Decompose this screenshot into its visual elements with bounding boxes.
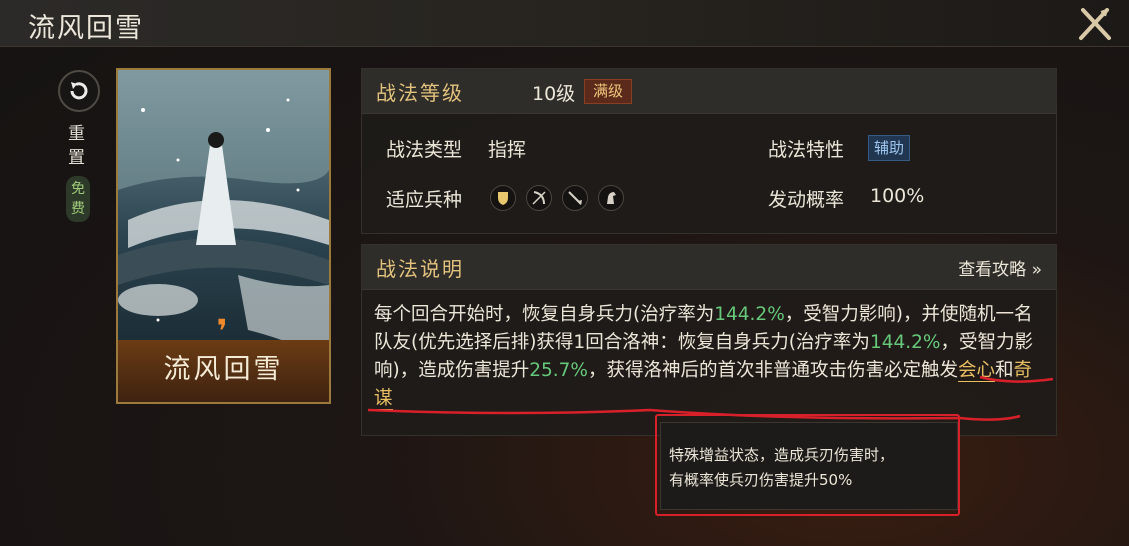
view-guide-link[interactable]: 查看攻略 »: [958, 255, 1042, 280]
description-panel: 战法说明 查看攻略 » 每个回合开始时，恢复自身兵力(治疗率为144.2%，受智…: [361, 244, 1057, 436]
level-panel-header: 战法等级 10级 满级: [362, 69, 1056, 114]
type-label: 战法类型: [386, 139, 463, 161]
close-button[interactable]: [1075, 4, 1115, 44]
keyword-critical-link[interactable]: 会心: [958, 360, 996, 382]
keyword-tooltip: 特殊增益状态，造成兵刃伤害时， 有概率使兵刃伤害提升50%: [660, 422, 958, 510]
damage-boost-value: 25.7%: [529, 360, 588, 381]
description-header: 战法说明 查看攻略 »: [362, 245, 1056, 290]
card-name: 流风回雪: [118, 340, 329, 402]
chance-label: 发动概率: [768, 189, 845, 211]
tactic-card: ❜ 流风回雪: [116, 68, 331, 404]
top-bar: 流风回雪: [0, 0, 1129, 47]
troop-label: 适应兵种: [386, 189, 463, 211]
shield-icon: [490, 185, 516, 211]
tooltip-text: 特殊增益状态，造成兵刃伤害时， 有概率使兵刃伤害提升50%: [669, 446, 895, 489]
trait-badge: 辅助: [868, 135, 911, 161]
max-level-badge: 满级: [584, 79, 633, 104]
description-text: 每个回合开始时，恢复自身兵力(治疗率为144.2%，受智力影响)，并使随机一名队…: [374, 301, 1050, 413]
heal-rate-value: 144.2%: [869, 332, 941, 353]
level-title: 战法等级: [376, 81, 464, 105]
close-icon: [1079, 8, 1111, 40]
reset-label: 重置: [68, 124, 85, 168]
desc-segment: 和: [995, 360, 1014, 381]
heal-rate-value: 144.2%: [714, 304, 785, 325]
description-title: 战法说明: [376, 257, 464, 281]
reset-icon[interactable]: [58, 70, 100, 112]
reset-control[interactable]: 重置 免费: [58, 70, 100, 222]
free-badge: 免费: [66, 176, 90, 222]
desc-segment: 每个回合开始时，恢复自身兵力(治疗率为: [374, 304, 715, 325]
horse-icon: [598, 185, 624, 211]
bow-icon: [526, 185, 552, 211]
type-value: 指挥: [488, 139, 527, 161]
page-title: 流风回雪: [28, 13, 144, 44]
chance-value: 100%: [870, 185, 925, 207]
trait-label: 战法特性: [768, 139, 845, 161]
level-panel: 战法等级 10级 满级 战法类型 指挥 战法特性 辅助 适应兵种 发动概率 10…: [361, 68, 1057, 234]
spear-icon: [562, 185, 588, 211]
level-value: 10级: [532, 83, 576, 105]
desc-segment: ，获得洛神后的首次非普通攻击伤害必定触发: [588, 360, 959, 381]
